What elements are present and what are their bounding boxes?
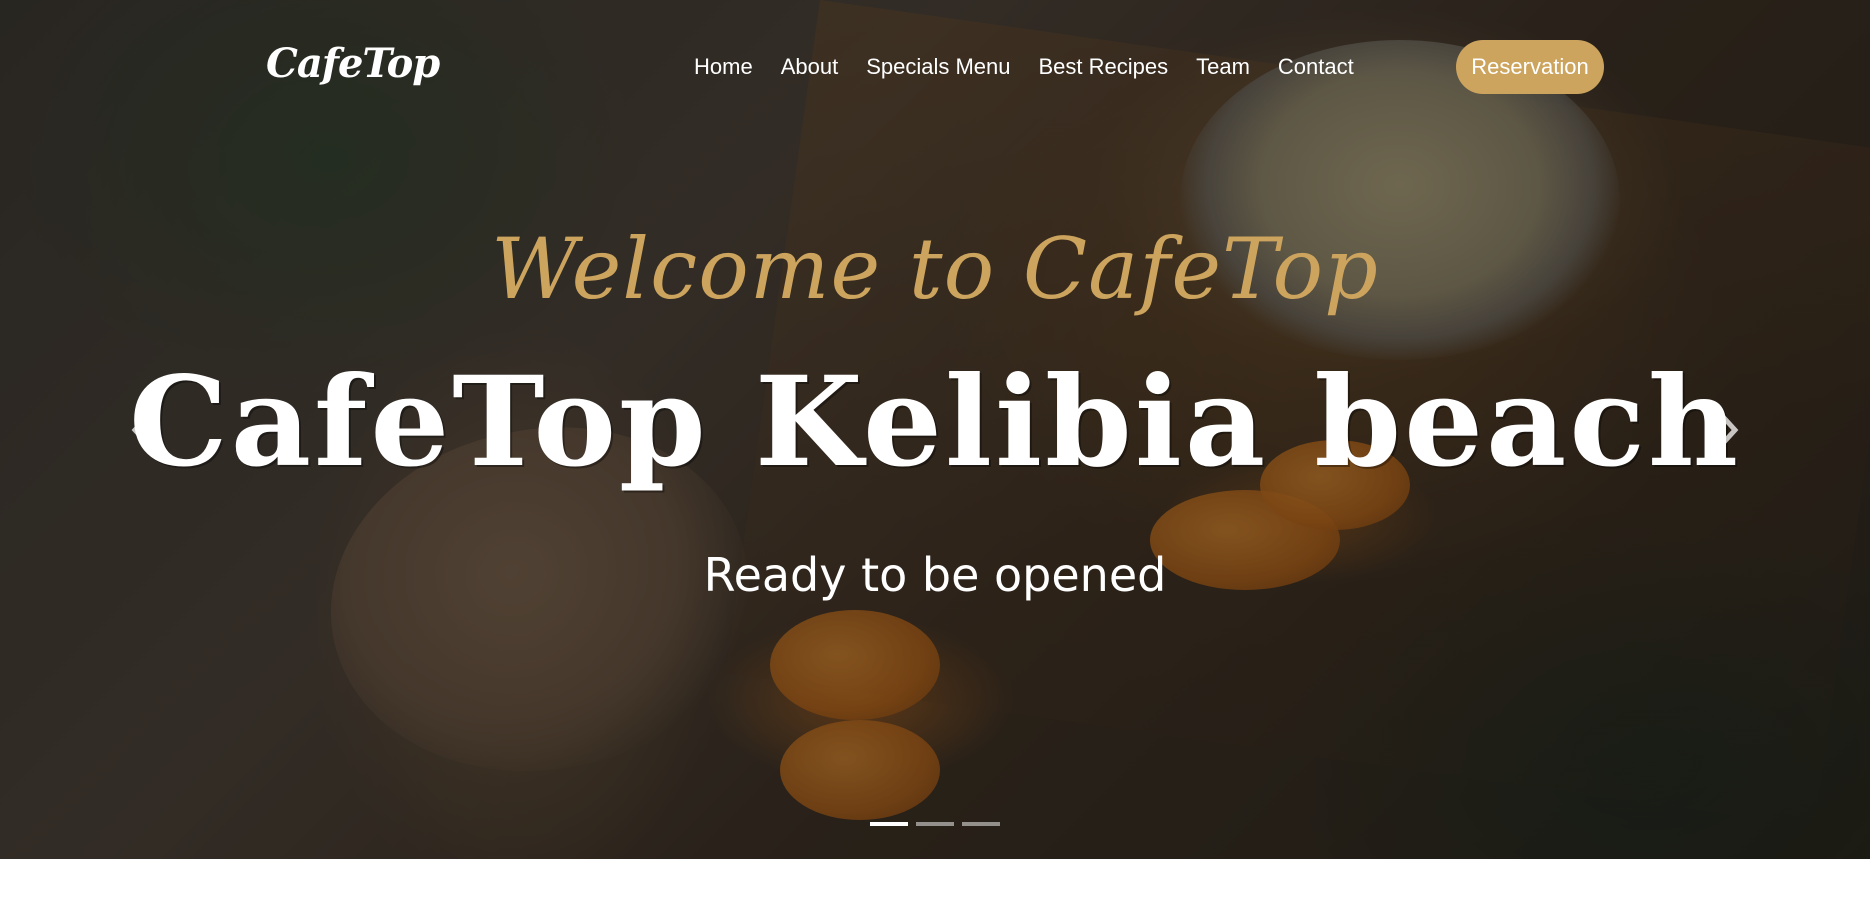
- top-navbar: CafeTop Home About Specials Menu Best Re…: [0, 0, 1870, 134]
- carousel-indicators: [870, 822, 1000, 826]
- reservation-button[interactable]: Reservation: [1456, 40, 1604, 94]
- carousel-indicator-1[interactable]: [870, 822, 908, 826]
- carousel-indicator-2[interactable]: [916, 822, 954, 826]
- nav-best-recipes[interactable]: Best Recipes: [1025, 50, 1183, 84]
- chevron-left-icon: [131, 415, 149, 445]
- nav-contact[interactable]: Contact: [1264, 50, 1368, 84]
- nav-team[interactable]: Team: [1182, 50, 1264, 84]
- carousel-prev-button[interactable]: [120, 410, 160, 450]
- nav-home[interactable]: Home: [680, 50, 767, 84]
- chevron-right-icon: [1721, 415, 1739, 445]
- hero-subtitle: Ready to be opened: [703, 548, 1167, 602]
- carousel-indicator-3[interactable]: [962, 822, 1000, 826]
- main-nav: Home About Specials Menu Best Recipes Te…: [680, 50, 1368, 84]
- carousel-next-button[interactable]: [1710, 410, 1750, 450]
- hero-title: CafeTop Kelibia beach: [129, 350, 1741, 495]
- site-logo[interactable]: CafeTop: [266, 40, 440, 87]
- hero-carousel: CafeTop Home About Specials Menu Best Re…: [0, 0, 1870, 859]
- nav-about[interactable]: About: [767, 50, 853, 84]
- nav-specials-menu[interactable]: Specials Menu: [852, 50, 1024, 84]
- welcome-heading: Welcome to CafeTop: [491, 220, 1379, 318]
